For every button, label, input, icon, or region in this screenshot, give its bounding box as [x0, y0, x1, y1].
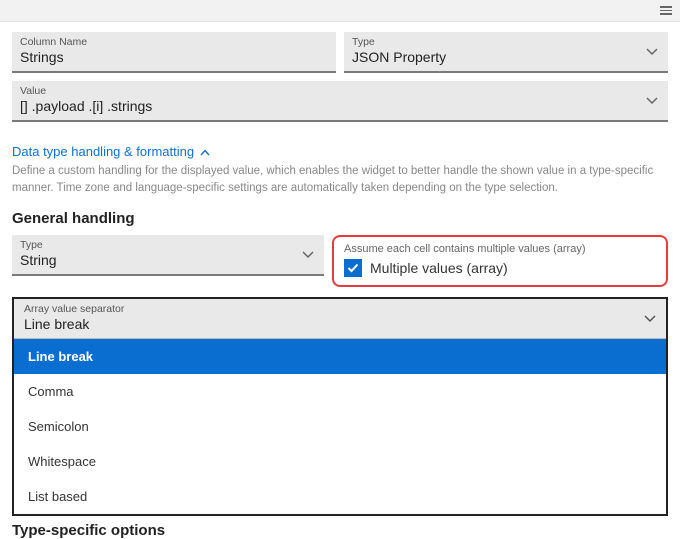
form-panel: Column Name Strings Type JSON Property V…	[0, 22, 680, 539]
separator-value: Line break	[24, 316, 656, 332]
separator-dropdown: Line breakCommaSemicolonWhitespaceList b…	[14, 339, 666, 514]
chevron-down-icon	[302, 251, 314, 259]
chevron-down-icon	[646, 48, 658, 56]
separator-option[interactable]: List based	[14, 479, 666, 514]
separator-label: Array value separator	[24, 303, 656, 315]
chevron-down-icon	[646, 97, 658, 105]
array-separator-select[interactable]: Array value separator Line break Line br…	[12, 297, 668, 516]
value-field[interactable]: Value [] .payload .[i] .strings	[12, 81, 668, 122]
type-field[interactable]: Type JSON Property	[344, 32, 668, 73]
type-specific-heading: Type-specific options	[12, 522, 668, 539]
column-name-label: Column Name	[20, 36, 328, 48]
column-name-field[interactable]: Column Name Strings	[12, 32, 336, 73]
separator-option[interactable]: Line break	[14, 339, 666, 374]
menu-icon[interactable]	[660, 6, 672, 15]
helper-text: Define a custom handling for the display…	[12, 163, 668, 196]
multiple-values-checkbox[interactable]	[344, 259, 362, 277]
type-value: JSON Property	[352, 49, 660, 65]
chevron-down-icon	[644, 315, 656, 323]
multiple-values-highlight: Assume each cell contains multiple value…	[332, 235, 668, 287]
gh-type-field[interactable]: Type String	[12, 235, 324, 276]
column-name-value: Strings	[20, 49, 328, 65]
value-label: Value	[20, 85, 660, 97]
separator-option[interactable]: Whitespace	[14, 444, 666, 479]
general-handling-heading: General handling	[12, 210, 668, 227]
data-type-handling-link[interactable]: Data type handling & formatting	[12, 144, 210, 159]
chevron-up-icon	[200, 144, 210, 159]
value-value: [] .payload .[i] .strings	[20, 98, 660, 114]
section-link-text: Data type handling & formatting	[12, 144, 194, 159]
gh-type-label: Type	[20, 239, 316, 251]
top-bar	[0, 0, 680, 22]
gh-type-value: String	[20, 252, 316, 268]
assume-label: Assume each cell contains multiple value…	[344, 243, 656, 255]
separator-option[interactable]: Semicolon	[14, 409, 666, 444]
separator-field[interactable]: Array value separator Line break	[14, 299, 666, 339]
type-label: Type	[352, 36, 660, 48]
separator-option[interactable]: Comma	[14, 374, 666, 409]
checkbox-label: Multiple values (array)	[370, 260, 508, 276]
